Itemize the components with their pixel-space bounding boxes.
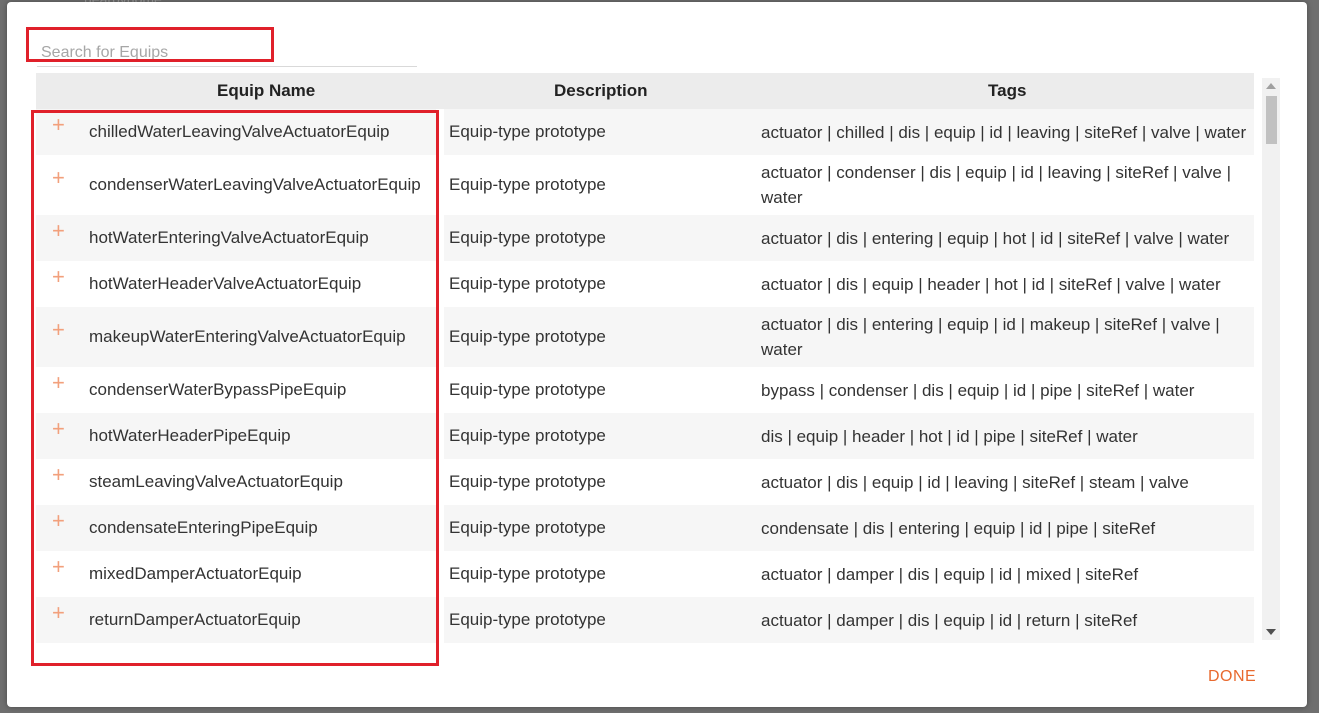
equip-name-cell: condenserWaterBypassPipeEquip [89, 380, 347, 399]
table-row[interactable]: + condenserWaterLeavingValveActuatorEquip… [36, 155, 1254, 215]
equip-name-cell: returnDamperActuatorEquip [89, 610, 301, 629]
search-input[interactable] [41, 42, 401, 64]
table-row[interactable]: + hotWaterEnteringValveActuatorEquip Equip… [36, 215, 1254, 261]
tags-cell: condensate | dis | entering | equip | id… [761, 519, 1156, 538]
equip-name-cell: hotWaterHeaderValveActuatorEquip [89, 274, 362, 293]
add-equip-icon[interactable]: + [52, 600, 65, 626]
equip-name-cell: chilledWaterLeavingValveActuatorEquip [89, 122, 390, 141]
tags-cell: dis | equip | header | hot | id | pipe |… [761, 427, 1138, 446]
description-cell: Equip-type prototype [449, 175, 606, 194]
table-row[interactable]: + returnDamperActuatorEquip Equip-type pro… [36, 597, 1254, 643]
equip-name-cell: condensateEnteringPipeEquip [89, 518, 318, 537]
tags-cell: actuator | condenser | dis | equip | id … [761, 163, 1232, 207]
description-cell: Equip-type prototype [449, 380, 606, 399]
equip-name-cell: hotWaterEnteringValveActuatorEquip [89, 228, 369, 247]
add-equip-icon[interactable]: + [52, 317, 65, 343]
table-header: Equip Name Description Tags [36, 73, 1254, 109]
column-header-equip-name[interactable]: Equip Name [217, 81, 315, 101]
column-divider [436, 109, 444, 643]
add-equip-icon[interactable]: + [52, 370, 65, 396]
tags-cell: actuator | damper | dis | equip | id | r… [761, 611, 1138, 630]
table-row[interactable]: + condenserWaterBypassPipeEquip Equip-type… [36, 367, 1254, 413]
equip-table: Equip Name Description Tags + chilledWate… [36, 73, 1254, 643]
scroll-up-arrow-icon[interactable] [1266, 83, 1276, 89]
table-row[interactable]: + hotWaterHeaderPipeEquip Equip-type proto… [36, 413, 1254, 459]
description-cell: Equip-type prototype [449, 564, 606, 583]
tags-cell: actuator | dis | equip | header | hot | … [761, 275, 1221, 294]
description-cell: Equip-type prototype [449, 274, 606, 293]
equip-name-cell: condenserWaterLeavingValveActuatorEquip [89, 175, 421, 194]
description-cell: Equip-type prototype [449, 122, 606, 141]
table-row[interactable]: + chilledWaterLeavingValveActuatorEquip Eq… [36, 109, 1254, 155]
search-field [37, 30, 417, 67]
add-equip-icon[interactable]: + [52, 218, 65, 244]
table-row[interactable]: + mixedDamperActuatorEquip Equip-type prot… [36, 551, 1254, 597]
add-equip-icon[interactable]: + [52, 508, 65, 534]
tags-cell: bypass | condenser | dis | equip | id | … [761, 381, 1195, 400]
add-equip-icon[interactable]: + [52, 462, 65, 488]
equip-name-cell: steamLeavingValveActuatorEquip [89, 472, 343, 491]
description-cell: Equip-type prototype [449, 518, 606, 537]
tags-cell: actuator | chilled | dis | equip | id | … [761, 123, 1247, 142]
equip-name-cell: hotWaterHeaderPipeEquip [89, 426, 291, 445]
equip-picker-dialog: Equip Name Description Tags + chilledWate… [7, 2, 1307, 707]
scroll-thumb[interactable] [1266, 96, 1277, 144]
table-body: + chilledWaterLeavingValveActuatorEquip Eq… [36, 109, 1254, 643]
column-header-tags[interactable]: Tags [988, 81, 1026, 101]
tags-cell: actuator | dis | equip | id | leaving | … [761, 473, 1189, 492]
description-cell: Equip-type prototype [449, 228, 606, 247]
tags-cell: actuator | dis | entering | equip | id |… [761, 315, 1220, 359]
column-header-description[interactable]: Description [554, 81, 648, 101]
scroll-down-arrow-icon[interactable] [1266, 629, 1276, 635]
table-row[interactable]: + condensateEnteringPipeEquip Equip-type p… [36, 505, 1254, 551]
table-row[interactable]: + hotWaterHeaderValveActuatorEquip Equip-t… [36, 261, 1254, 307]
description-cell: Equip-type prototype [449, 426, 606, 445]
table-row[interactable]: + makeupWaterEnteringValveActuatorEquip Eq… [36, 307, 1254, 367]
tags-cell: actuator | dis | entering | equip | hot … [761, 229, 1230, 248]
equip-name-cell: mixedDamperActuatorEquip [89, 564, 302, 583]
description-cell: Equip-type prototype [449, 610, 606, 629]
description-cell: Equip-type prototype [449, 327, 606, 346]
add-equip-icon[interactable]: + [52, 165, 65, 191]
table-row[interactable]: + steamLeavingValveActuatorEquip Equip-typ… [36, 459, 1254, 505]
description-cell: Equip-type prototype [449, 472, 606, 491]
equip-name-cell: makeupWaterEnteringValveActuatorEquip [89, 327, 406, 346]
add-equip-icon[interactable]: + [52, 554, 65, 580]
tags-cell: actuator | damper | dis | equip | id | m… [761, 565, 1139, 584]
scrollbar[interactable] [1262, 78, 1280, 640]
add-equip-icon[interactable]: + [52, 112, 65, 138]
done-button[interactable]: DONE [1202, 666, 1262, 688]
add-equip-icon[interactable]: + [52, 416, 65, 442]
add-equip-icon[interactable]: + [52, 264, 65, 290]
